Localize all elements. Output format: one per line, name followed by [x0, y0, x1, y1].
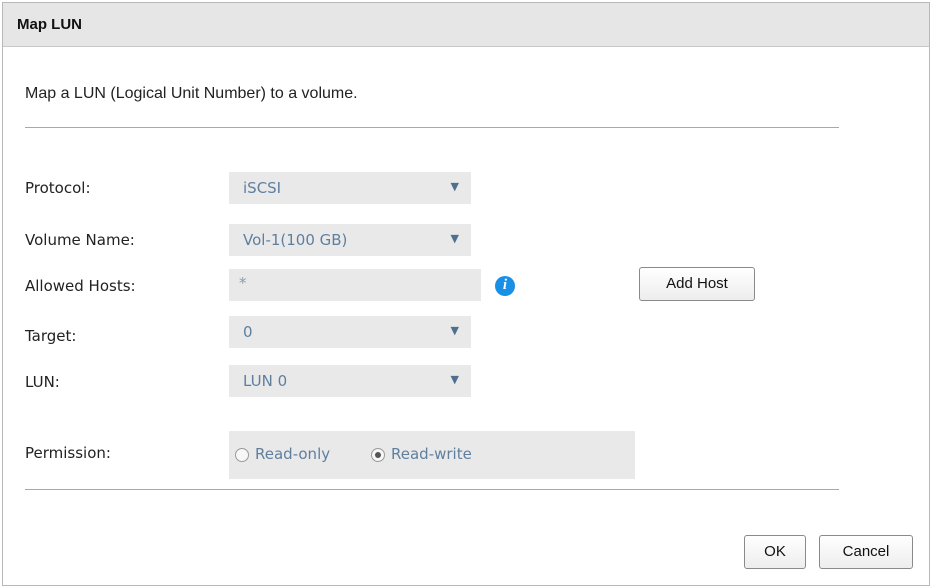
target-label: Target: [25, 327, 77, 345]
protocol-select[interactable]: iSCSI ▼ [229, 172, 471, 204]
lun-value: LUN 0 [243, 372, 288, 390]
read-only-label[interactable]: Read-only [255, 445, 330, 463]
map-lun-dialog: Map LUN Map a LUN (Logical Unit Number) … [2, 2, 930, 586]
dialog-description: Map a LUN (Logical Unit Number) to a vol… [25, 85, 358, 102]
lun-label: LUN: [25, 373, 60, 391]
permission-radio-group: Read-only Read-write [229, 431, 635, 479]
chevron-down-icon: ▼ [450, 324, 459, 337]
bottom-divider [25, 489, 839, 490]
protocol-value: iSCSI [243, 179, 282, 197]
chevron-down-icon: ▼ [450, 232, 459, 245]
allowed-hosts-label: Allowed Hosts: [25, 277, 136, 295]
volume-name-label: Volume Name: [25, 231, 135, 249]
target-value: 0 [243, 323, 253, 341]
ok-button[interactable]: OK [744, 535, 806, 569]
chevron-down-icon: ▼ [450, 373, 459, 386]
dialog-title: Map LUN [17, 16, 82, 33]
lun-select[interactable]: LUN 0 ▼ [229, 365, 471, 397]
allowed-hosts-input[interactable]: * [229, 269, 481, 301]
dialog-titlebar: Map LUN [3, 3, 929, 47]
volume-name-value: Vol-1(100 GB) [243, 231, 348, 249]
target-select[interactable]: 0 ▼ [229, 316, 471, 348]
info-icon[interactable]: i [495, 276, 515, 296]
cancel-button[interactable]: Cancel [819, 535, 913, 569]
protocol-label: Protocol: [25, 179, 91, 197]
add-host-button[interactable]: Add Host [639, 267, 755, 301]
top-divider [25, 127, 839, 128]
read-only-radio[interactable] [235, 448, 249, 462]
volume-name-select[interactable]: Vol-1(100 GB) ▼ [229, 224, 471, 256]
read-write-radio[interactable] [371, 448, 385, 462]
permission-label: Permission: [25, 444, 111, 462]
read-write-label[interactable]: Read-write [391, 445, 472, 463]
chevron-down-icon: ▼ [450, 180, 459, 193]
